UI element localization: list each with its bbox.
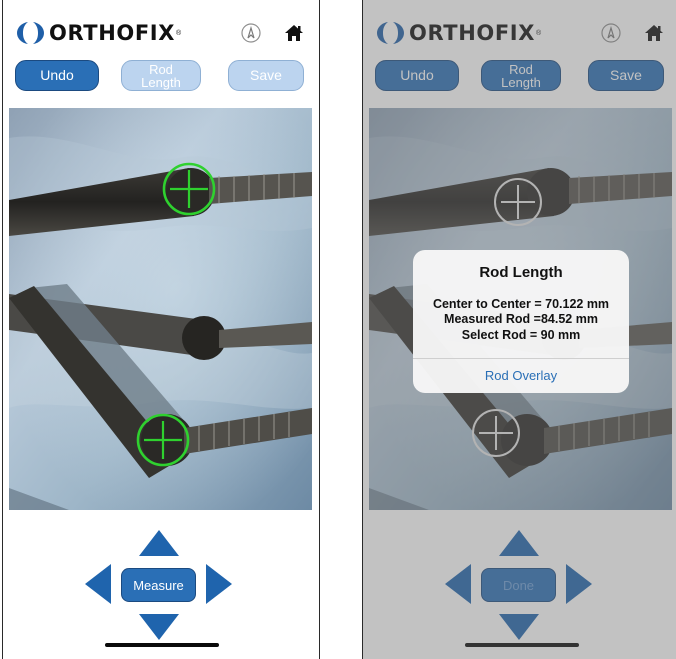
arrow-down-icon[interactable] bbox=[137, 612, 181, 642]
home-indicator[interactable] bbox=[465, 643, 579, 647]
screen-measure: ORTHOFIX ® Undo Rod Length Save Measure bbox=[2, 0, 320, 659]
toolbar: Undo Rod Length Save bbox=[3, 60, 319, 92]
rod-overlay-button[interactable]: Rod Overlay bbox=[413, 362, 629, 390]
arrow-down-icon[interactable] bbox=[497, 612, 541, 642]
brand-registered-mark: ® bbox=[175, 29, 182, 37]
xray-image[interactable] bbox=[9, 108, 312, 510]
screen-rod-length-result: ORTHOFIX ® Undo Rod Length Save Done Rod… bbox=[362, 0, 676, 659]
home-indicator[interactable] bbox=[105, 643, 219, 647]
arrow-left-icon[interactable] bbox=[443, 562, 473, 606]
measure-button[interactable]: Measure bbox=[121, 568, 196, 602]
brand-logo: ORTHOFIX ® bbox=[15, 20, 181, 46]
brand-logo: ORTHOFIX ® bbox=[375, 20, 541, 46]
measure-point-top-icon bbox=[494, 178, 542, 226]
direction-pad: Measure bbox=[3, 520, 319, 659]
undo-button[interactable]: Undo bbox=[375, 60, 459, 91]
brand-registered-mark: ® bbox=[535, 29, 542, 37]
arrow-up-icon[interactable] bbox=[137, 528, 181, 558]
app-header: ORTHOFIX ® bbox=[3, 0, 319, 56]
home-icon[interactable] bbox=[643, 22, 665, 44]
arrow-left-icon[interactable] bbox=[83, 562, 113, 606]
measure-point-top-icon[interactable] bbox=[162, 162, 216, 216]
brand-name: ORTHOFIX bbox=[49, 21, 175, 45]
compass-icon[interactable] bbox=[240, 22, 262, 44]
done-button[interactable]: Done bbox=[481, 568, 556, 602]
xray-canvas bbox=[9, 108, 312, 510]
save-button[interactable]: Save bbox=[588, 60, 664, 91]
toolbar: Undo Rod Length Save bbox=[363, 60, 676, 92]
undo-button[interactable]: Undo bbox=[15, 60, 99, 91]
measured-rod-value: Measured Rod =84.52 mm bbox=[444, 312, 598, 326]
rod-length-button[interactable]: Rod Length bbox=[481, 60, 561, 91]
direction-pad: Done bbox=[363, 520, 676, 659]
measure-point-bottom-icon bbox=[472, 409, 520, 457]
arrow-right-icon[interactable] bbox=[564, 562, 594, 606]
center-to-center-value: Center to Center = 70.122 mm bbox=[432, 297, 610, 311]
home-icon[interactable] bbox=[283, 22, 305, 44]
app-header: ORTHOFIX ® bbox=[363, 0, 676, 56]
arrow-right-icon[interactable] bbox=[204, 562, 234, 606]
dialog-title: Rod Length bbox=[479, 264, 563, 281]
measure-point-bottom-icon[interactable] bbox=[136, 413, 190, 467]
rod-length-dialog: Rod Length Center to Center = 70.122 mm … bbox=[413, 250, 629, 393]
orthofix-logo-icon bbox=[377, 22, 404, 44]
compass-icon[interactable] bbox=[600, 22, 622, 44]
arrow-up-icon[interactable] bbox=[497, 528, 541, 558]
select-rod-value: Select Rod = 90 mm bbox=[461, 328, 581, 342]
rod-length-button[interactable]: Rod Length bbox=[121, 60, 201, 91]
save-button[interactable]: Save bbox=[228, 60, 304, 91]
dialog-divider bbox=[413, 358, 629, 359]
orthofix-logo-icon bbox=[17, 22, 44, 44]
brand-name: ORTHOFIX bbox=[409, 21, 535, 45]
